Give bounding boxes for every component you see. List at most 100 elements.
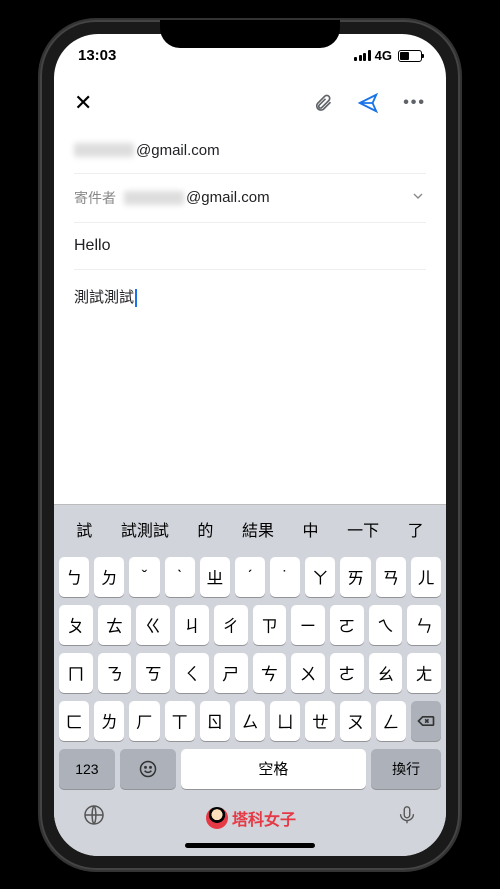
body-text: 測試測試	[74, 289, 134, 306]
notch	[160, 20, 340, 48]
key[interactable]: ㄝ	[305, 701, 335, 741]
key[interactable]: ㄛ	[330, 605, 364, 645]
key[interactable]: ㄏ	[129, 701, 159, 741]
expand-chevron-icon[interactable]	[410, 188, 426, 208]
key[interactable]: ㄜ	[330, 653, 364, 693]
key[interactable]: ㄕ	[214, 653, 248, 693]
key-row-4: ㄈㄌㄏㄒㄖㄙㄩㄝㄡㄥ	[54, 697, 446, 745]
key[interactable]: ㄖ	[200, 701, 230, 741]
subject-text: Hello	[74, 237, 110, 254]
suggestion[interactable]: 試	[70, 515, 98, 543]
space-key[interactable]: 空格	[181, 749, 367, 789]
suggestion[interactable]: 試測試	[115, 515, 175, 543]
redacted-sender	[124, 191, 184, 205]
signal-icon	[354, 50, 371, 61]
key[interactable]: ˋ	[165, 557, 195, 597]
dictation-key[interactable]	[396, 804, 418, 832]
key[interactable]: ㄊ	[98, 605, 132, 645]
key[interactable]: ㄣ	[407, 605, 441, 645]
to-value-suffix: @gmail.com	[136, 142, 220, 159]
phone-frame: 13:03 4G ✕ ••• @gmail.com	[40, 20, 460, 870]
key[interactable]: ㄐ	[175, 605, 209, 645]
redacted-recipient	[74, 143, 134, 157]
key[interactable]: ㄟ	[369, 605, 403, 645]
key[interactable]: ㄑ	[175, 653, 209, 693]
suggestion[interactable]: 的	[191, 515, 219, 543]
key[interactable]: ㄍ	[136, 605, 170, 645]
key-row-5: 123 空格 換行	[54, 745, 446, 793]
key[interactable]: ㄞ	[340, 557, 370, 597]
return-key[interactable]: 換行	[371, 749, 441, 789]
key[interactable]: ㄋ	[98, 653, 132, 693]
more-button[interactable]: •••	[403, 94, 426, 112]
key[interactable]: ㄆ	[59, 605, 93, 645]
suggestion[interactable]: 中	[297, 515, 325, 543]
status-time: 13:03	[78, 47, 116, 64]
key[interactable]: ㄥ	[376, 701, 406, 741]
key[interactable]: ㄠ	[369, 653, 403, 693]
key[interactable]: ㄓ	[200, 557, 230, 597]
suggestion[interactable]: 一下	[341, 515, 385, 543]
key[interactable]: ˊ	[235, 557, 265, 597]
key[interactable]: ㄎ	[136, 653, 170, 693]
key-row-1: ㄅㄉˇˋㄓˊ˙ㄚㄞㄢㄦ	[54, 553, 446, 601]
to-field[interactable]: @gmail.com	[74, 128, 426, 174]
brand-icon	[206, 807, 228, 829]
key-row-3: ㄇㄋㄎㄑㄕㄘㄨㄜㄠㄤ	[54, 649, 446, 697]
body-field[interactable]: 測試測試	[74, 270, 426, 323]
globe-icon	[82, 803, 106, 827]
brand-label: 塔科女子	[206, 806, 296, 830]
phone-screen: 13:03 4G ✕ ••• @gmail.com	[54, 34, 446, 856]
key[interactable]: ㄔ	[214, 605, 248, 645]
key[interactable]: ㄧ	[291, 605, 325, 645]
suggestion[interactable]: 結果	[236, 515, 280, 543]
key[interactable]: ㄦ	[411, 557, 441, 597]
key[interactable]: ㄙ	[235, 701, 265, 741]
numbers-key[interactable]: 123	[59, 749, 115, 789]
key[interactable]: ˇ	[129, 557, 159, 597]
key[interactable]: ㄅ	[59, 557, 89, 597]
compose-header: ✕ •••	[54, 78, 446, 128]
key[interactable]: ㄈ	[59, 701, 89, 741]
key-row-2: ㄆㄊㄍㄐㄔㄗㄧㄛㄟㄣ	[54, 601, 446, 649]
suggestion-bar: 試 試測試 的 結果 中 一下 了	[54, 504, 446, 553]
suggestion[interactable]: 了	[402, 515, 430, 543]
key[interactable]: ㄤ	[407, 653, 441, 693]
close-button[interactable]: ✕	[74, 90, 92, 116]
send-icon	[357, 92, 379, 114]
key[interactable]: ㄩ	[270, 701, 300, 741]
key[interactable]: ㄨ	[291, 653, 325, 693]
send-button[interactable]	[357, 92, 379, 114]
paperclip-icon	[313, 93, 333, 113]
key[interactable]: ㄢ	[376, 557, 406, 597]
brand-text: 塔科女子	[232, 806, 296, 830]
emoji-icon	[138, 759, 158, 779]
key[interactable]: ㄗ	[253, 605, 287, 645]
mic-icon	[396, 804, 418, 826]
key[interactable]: ㄘ	[253, 653, 287, 693]
compose-area: @gmail.com 寄件者 @gmail.com Hello 測試測試	[54, 128, 446, 504]
key[interactable]: ㄡ	[340, 701, 370, 741]
key[interactable]: ㄒ	[165, 701, 195, 741]
emoji-key[interactable]	[120, 749, 176, 789]
key[interactable]: ˙	[270, 557, 300, 597]
keyboard-bottom-bar: 塔科女子	[54, 793, 446, 837]
status-right: 4G	[354, 48, 422, 63]
key[interactable]: ㄇ	[59, 653, 93, 693]
globe-key[interactable]	[82, 803, 106, 833]
key[interactable]: ㄚ	[305, 557, 335, 597]
keyboard: 試 試測試 的 結果 中 一下 了 ㄅㄉˇˋㄓˊ˙ㄚㄞㄢㄦ ㄆㄊㄍㄐㄔㄗㄧㄛㄟㄣ…	[54, 504, 446, 856]
text-cursor	[135, 289, 137, 307]
backspace-icon	[416, 711, 436, 731]
key[interactable]: ㄉ	[94, 557, 124, 597]
subject-field[interactable]: Hello	[74, 223, 426, 270]
from-label: 寄件者	[74, 188, 116, 208]
home-indicator[interactable]	[185, 843, 315, 848]
key[interactable]: ㄌ	[94, 701, 124, 741]
from-value-suffix: @gmail.com	[186, 189, 270, 206]
backspace-key[interactable]	[411, 701, 441, 741]
network-label: 4G	[375, 48, 392, 63]
battery-icon	[398, 50, 422, 62]
from-field[interactable]: 寄件者 @gmail.com	[74, 174, 426, 223]
attach-button[interactable]	[313, 93, 333, 113]
